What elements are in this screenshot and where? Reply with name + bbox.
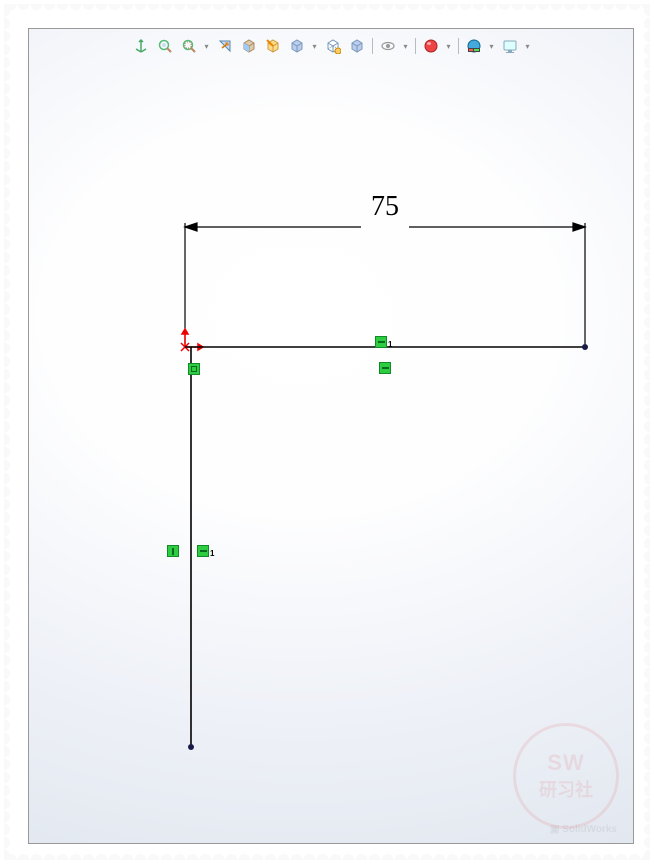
graphics-viewport[interactable]: ▾▾▾▾▾▾ 75 11 SW 研习社 ▣ SolidWorks (28, 28, 634, 844)
sketch-area[interactable]: 75 1 1 (29, 29, 633, 843)
relation-horizontal-icon[interactable] (379, 362, 391, 374)
sketch-canvas (29, 29, 634, 844)
relation-horizontal-icon[interactable] (375, 336, 387, 348)
relation-subscript: 1 (210, 549, 214, 558)
watermark-line2: 研习社 (539, 776, 593, 802)
sketch-endpoint (582, 344, 588, 350)
watermark-footer: ▣ SolidWorks (550, 824, 617, 835)
dimension-75 (185, 223, 585, 344)
relation-subscript: 1 (388, 340, 392, 349)
watermark-line1: SW (547, 750, 584, 776)
relation-coincident-icon[interactable] (188, 363, 200, 375)
relation-vertical-icon[interactable] (167, 545, 179, 557)
relation-horizontal-icon[interactable] (197, 545, 209, 557)
sketch-endpoint (188, 744, 194, 750)
dimension-value[interactable]: 75 (371, 191, 399, 223)
sketch-lines (185, 347, 585, 747)
watermark-stamp: SW 研习社 (513, 723, 619, 829)
page-frame: ▾▾▾▾▾▾ 75 11 SW 研习社 ▣ SolidWorks (4, 4, 650, 860)
